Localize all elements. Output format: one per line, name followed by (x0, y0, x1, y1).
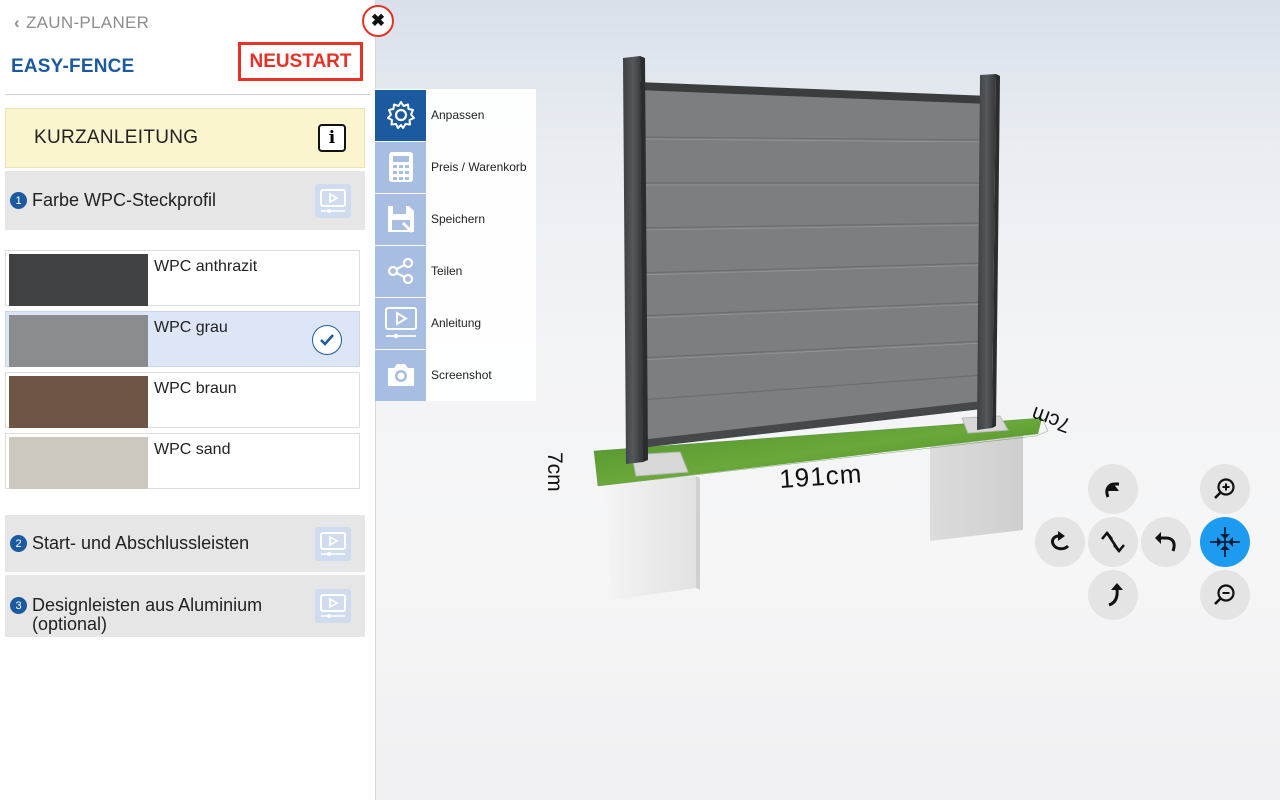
video-tutorial-icon[interactable] (315, 526, 351, 561)
post-left (623, 56, 643, 464)
tool-label: Speichern (431, 212, 486, 226)
color-swatch (9, 437, 148, 489)
section-title: Farbe WPC-Steckprofil (32, 190, 217, 210)
video-tutorial-icon[interactable] (315, 589, 351, 623)
color-name: WPC grau (154, 319, 228, 336)
back-link-label: ZAUN-PLANER (25, 13, 150, 32)
zoom-in-button[interactable] (1200, 464, 1250, 514)
color-name: WPC braun (154, 380, 237, 397)
section-start-end-rails[interactable]: 2 Start- und Abschlussleisten (5, 515, 365, 572)
share-icon (375, 245, 426, 297)
gear-icon (375, 89, 426, 141)
tool-menu: Anpassen Preis / Warenkorb Speichern Tei… (375, 89, 536, 401)
back-link[interactable]: ‹ ZAUN-PLANER (14, 13, 149, 33)
rotate-right-button[interactable] (1141, 517, 1191, 567)
color-swatch (9, 376, 148, 428)
color-option-anthrazit[interactable]: WPC anthrazit (5, 250, 360, 306)
color-option-sand[interactable]: WPC sand (5, 433, 360, 489)
tool-adjust[interactable]: Anpassen (375, 89, 536, 141)
close-panel-button[interactable]: ✖ (362, 5, 394, 37)
section-design-rails[interactable]: 3 Designleisten aus Aluminium (optional) (5, 575, 365, 637)
chevron-left-icon: ‹ (14, 13, 20, 32)
tool-label: Screenshot (431, 368, 492, 382)
color-option-grau[interactable]: WPC grau (5, 311, 360, 367)
step-number: 1 (10, 192, 27, 209)
center-view-button[interactable] (1200, 517, 1250, 567)
brand-title: EASY-FENCE (11, 56, 135, 77)
tool-screenshot[interactable]: Screenshot (375, 349, 536, 401)
foundation-right (930, 433, 1023, 541)
save-icon (375, 193, 426, 245)
color-name: WPC sand (154, 441, 231, 458)
divider (5, 94, 370, 95)
restart-button[interactable]: NEUSTART (238, 42, 363, 81)
step-number: 3 (10, 597, 27, 614)
tool-tutorial[interactable]: Anleitung (375, 297, 536, 349)
rotate-up-button[interactable] (1088, 464, 1138, 514)
section-title: Start- und Abschlussleisten (32, 533, 250, 553)
checkmark-icon (312, 325, 342, 355)
tool-label: Anpassen (431, 108, 485, 122)
section-color[interactable]: 1 Farbe WPC-Steckprofil (5, 171, 365, 230)
tool-save[interactable]: Speichern (375, 193, 536, 245)
color-option-braun[interactable]: WPC braun (5, 372, 360, 428)
tool-label: Anleitung (431, 316, 482, 330)
rotate-left-icon (1051, 531, 1070, 551)
color-name: WPC anthrazit (154, 258, 258, 275)
info-icon[interactable]: i (318, 124, 346, 152)
tool-share[interactable]: Teilen (375, 245, 536, 297)
camera-icon (375, 349, 426, 401)
video-icon (375, 297, 426, 349)
depth-dimension-left: 7cm (543, 452, 566, 492)
color-swatch (9, 315, 148, 367)
calculator-icon (375, 141, 426, 193)
tool-label: Teilen (431, 264, 463, 278)
quick-guide-label: KURZANLEITUNG (34, 127, 199, 148)
rotate-down-button[interactable] (1088, 570, 1138, 620)
rotate-up-icon (1105, 482, 1119, 498)
configurator-panel: ‹ ZAUN-PLANER EASY-FENCE NEUSTART KURZAN… (0, 0, 376, 800)
rotate-down-icon (1108, 583, 1123, 607)
undo-rotate-icon (1155, 532, 1176, 552)
foundation-left (606, 476, 700, 600)
close-icon: ✖ (370, 11, 386, 30)
step-number: 2 (10, 535, 27, 552)
measure-icon (1101, 531, 1125, 553)
zoom-in-icon (1214, 478, 1235, 499)
tool-label: Preis / Warenkorb (431, 160, 527, 174)
section-title: Designleisten aus Aluminium (optional) (32, 595, 263, 634)
measure-toggle-button[interactable] (1088, 517, 1138, 567)
video-tutorial-icon[interactable] (315, 183, 351, 218)
quick-guide-bar[interactable]: KURZANLEITUNG i (5, 108, 365, 168)
width-dimension: 191cm (778, 458, 863, 494)
zoom-out-button[interactable] (1200, 570, 1250, 620)
tool-price-cart[interactable]: Preis / Warenkorb (375, 141, 536, 193)
rotate-left-button[interactable] (1035, 517, 1085, 567)
zoom-out-icon (1214, 584, 1235, 605)
compress-icon (1210, 527, 1240, 557)
color-swatch (9, 254, 148, 306)
